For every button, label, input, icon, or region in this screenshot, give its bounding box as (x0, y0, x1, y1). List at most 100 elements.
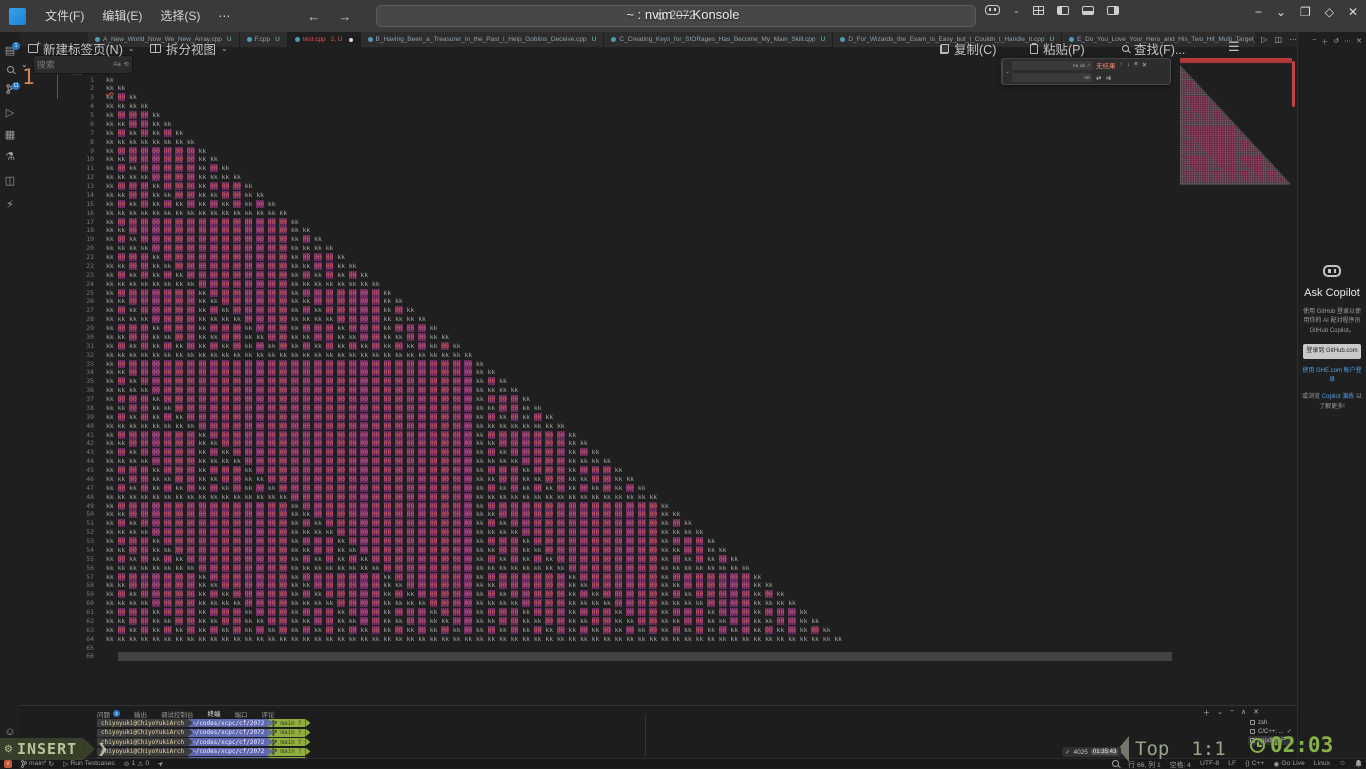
replace-action-icon[interactable]: ⇄ (1096, 74, 1101, 82)
window-button[interactable]: ⌄ (1276, 5, 1286, 19)
forward-icon[interactable]: → (338, 9, 351, 24)
activity-item-source-control[interactable]: 11 (0, 84, 20, 97)
regex-icon[interactable]: ⟲ (124, 61, 129, 68)
match-case-icon[interactable]: Aa (113, 62, 120, 68)
prompt-user: chiyoyuki@ChiyoYukiArch (97, 738, 188, 746)
chevron-down-icon[interactable]: ⌄ (128, 44, 135, 53)
misc-status-icon[interactable]: ☺ (1339, 760, 1346, 767)
editor-tab[interactable]: test.cpp2, U (288, 32, 361, 47)
activity-item-testing[interactable]: ⚗ (0, 150, 20, 163)
toggle-sidebar-icon[interactable] (1057, 6, 1069, 15)
find-toggle-icon[interactable]: Aa (1072, 63, 1078, 68)
panel-tab-label: 终端 (208, 708, 221, 718)
remote-indicator[interactable]: ⚡ (4, 760, 12, 768)
panel-tab[interactable]: 问题2 (97, 709, 120, 720)
line-number: 9 (20, 147, 106, 156)
copy-button[interactable]: 复制(C) (940, 39, 996, 58)
find-nav-icon[interactable]: ≡ (1134, 61, 1138, 69)
find-input[interactable]: Aaab.* (1012, 61, 1092, 70)
chevron-down-icon[interactable]: ⌄ (1013, 6, 1020, 15)
panel-action-icon[interactable]: ⌄ (1217, 708, 1223, 718)
hamburger-menu-button[interactable]: ☰ (1228, 39, 1240, 55)
toggle-secondary-sidebar-icon[interactable] (1107, 6, 1119, 15)
window-button[interactable]: − (1255, 5, 1262, 19)
bell-icon[interactable] (1355, 760, 1362, 768)
find-nav-icon[interactable]: ↓ (1127, 61, 1130, 69)
line-number: 56 (20, 564, 106, 573)
panel-action-icon[interactable]: ＋ (1203, 708, 1210, 718)
menu-item[interactable]: 文件(F) (36, 5, 93, 27)
menu-item[interactable]: 选择(S) (151, 5, 209, 27)
editor-lines[interactable]: 1kk2kk kk3kk 00 kk4kk kk kk kk5kk 00 00 … (20, 76, 1180, 662)
editor-tab[interactable]: C_Creating_Keys_for_StORages_Has_Become_… (604, 32, 833, 47)
github-signin-button[interactable]: 登录到 GitHub.com (1303, 344, 1361, 359)
tab-git-badge: 2, U (331, 36, 343, 43)
panel-action-icon[interactable]: ∧ (1241, 708, 1246, 718)
command-center[interactable]: 2072 (376, 5, 976, 27)
status-item[interactable]: ◉Go Live (1273, 760, 1304, 768)
activity-item-account[interactable]: ☺ (0, 726, 20, 738)
editor-action-icon[interactable]: ⋯ (1289, 35, 1297, 44)
chevron-down-icon[interactable]: ⌄ (221, 44, 228, 53)
activity-item-explorer[interactable]: ▤1 (0, 44, 20, 57)
find-nav-icon[interactable]: ✕ (1142, 61, 1147, 69)
panel-action-icon[interactable]: − (1230, 708, 1234, 718)
panel-tab[interactable]: 评论 (262, 709, 275, 720)
status-item[interactable]: {} C++ (1245, 760, 1264, 767)
back-icon[interactable]: ← (307, 9, 320, 24)
terminal-list-item[interactable]: zsh (1248, 718, 1294, 727)
panel-tab[interactable]: 输出 (134, 709, 147, 720)
find-collapse-icon[interactable]: ⌄ (1003, 59, 1012, 84)
cpp-file-icon (247, 37, 252, 42)
editor-line: 47kk 00 kk 00 kk 00 kk 00 kk 00 kk 00 kk… (20, 484, 1180, 493)
line-content: kk kk 00 00 00 00 00 00 00 00 00 00 00 0… (106, 510, 680, 519)
find-button[interactable]: 查找(F)... (1122, 39, 1185, 58)
status-item[interactable]: Linux (1314, 760, 1330, 767)
minimap[interactable] (1180, 58, 1292, 190)
copilot-chat-panel: −＋↺⋯✕ Ask Copilot 使用 GitHub 登录以使用你的 AI 配… (1297, 32, 1366, 758)
copilot-icon[interactable] (985, 5, 1000, 15)
editor-line: 10kk kk 00 00 00 00 00 00 kk kk (20, 155, 1180, 164)
replace-input[interactable]: AB (1012, 73, 1092, 82)
rocket-icon[interactable]: ➤ (156, 759, 166, 769)
customize-layout-icon[interactable] (1033, 6, 1044, 15)
find-toggle-icon[interactable]: ab (1080, 63, 1085, 68)
editor-pane[interactable]: ⌄ 搜索 Aa ⟲ 1 ⋯ ⌄ Aaab.* 无结果 ↑↓≡✕ AB ⇄⇉ (20, 47, 1297, 705)
find-nav-icon[interactable]: ↑ (1120, 61, 1123, 69)
line-content: kk kk 00 00 kk kk 00 00 kk kk 00 00 kk k… (106, 617, 819, 626)
line-number: 33 (20, 360, 106, 369)
panel-tab[interactable]: 调试控制台 (161, 709, 194, 720)
activity-item-search[interactable] (0, 64, 20, 76)
panel-tab[interactable]: 端口 (235, 709, 248, 720)
panel-action-icon[interactable]: ✕ (1253, 708, 1259, 718)
replace-toggle-icon[interactable]: AB (1084, 75, 1090, 80)
status-item[interactable]: LF (1228, 760, 1236, 767)
editor-tab[interactable]: B_Having_Been_a_Treasurer_in_the_Past_I_… (361, 32, 605, 47)
line-number: 54 (20, 546, 106, 555)
activity-item-chart[interactable]: ◫ (0, 174, 20, 187)
editor-actions: ▷ ◫ ⋯ (1261, 32, 1297, 47)
new-tab-button[interactable]: 新建标签页(N) ⌄ (28, 39, 135, 58)
editor-tab[interactable]: F.cppU (240, 32, 288, 47)
editor-action-icon[interactable]: ◫ (1274, 35, 1282, 44)
activity-item-extensions[interactable]: ▦ (0, 128, 20, 141)
ghe-signin-link[interactable]: 使用 GHE.com 帐户登录 (1302, 367, 1362, 386)
problems-status[interactable]: ⊘1 ⚠0 (124, 760, 149, 768)
menu-item[interactable]: 编辑(E) (93, 5, 151, 27)
menu-item[interactable]: ⋯ (209, 5, 239, 27)
editor-line: 5kk 00 00 00 kk (20, 111, 1180, 120)
find-toggle-icon[interactable]: .* (1087, 63, 1090, 68)
run-testcases-button[interactable]: ▷ Run Testcases (63, 760, 115, 768)
line-number: 40 (20, 422, 106, 431)
paste-button[interactable]: 粘贴(P) (1030, 39, 1085, 58)
git-branch-status[interactable]: main* ↻ (21, 760, 54, 768)
editor-action-icon[interactable]: ▷ (1261, 35, 1267, 44)
split-view-button[interactable]: 拆分视图 ⌄ (150, 39, 228, 58)
activity-item-run-debug[interactable]: ▷ (0, 106, 20, 119)
chevron-down-icon[interactable]: ⌄ (21, 60, 28, 69)
sync-icon[interactable]: ↻ (48, 760, 54, 768)
activity-item-remote[interactable]: ⚡ (0, 198, 20, 211)
replace-action-icon[interactable]: ⇉ (1105, 74, 1110, 82)
copilot-walkthrough-link[interactable]: Copilot 演练 (1322, 394, 1354, 400)
toggle-panel-icon[interactable] (1082, 6, 1094, 15)
